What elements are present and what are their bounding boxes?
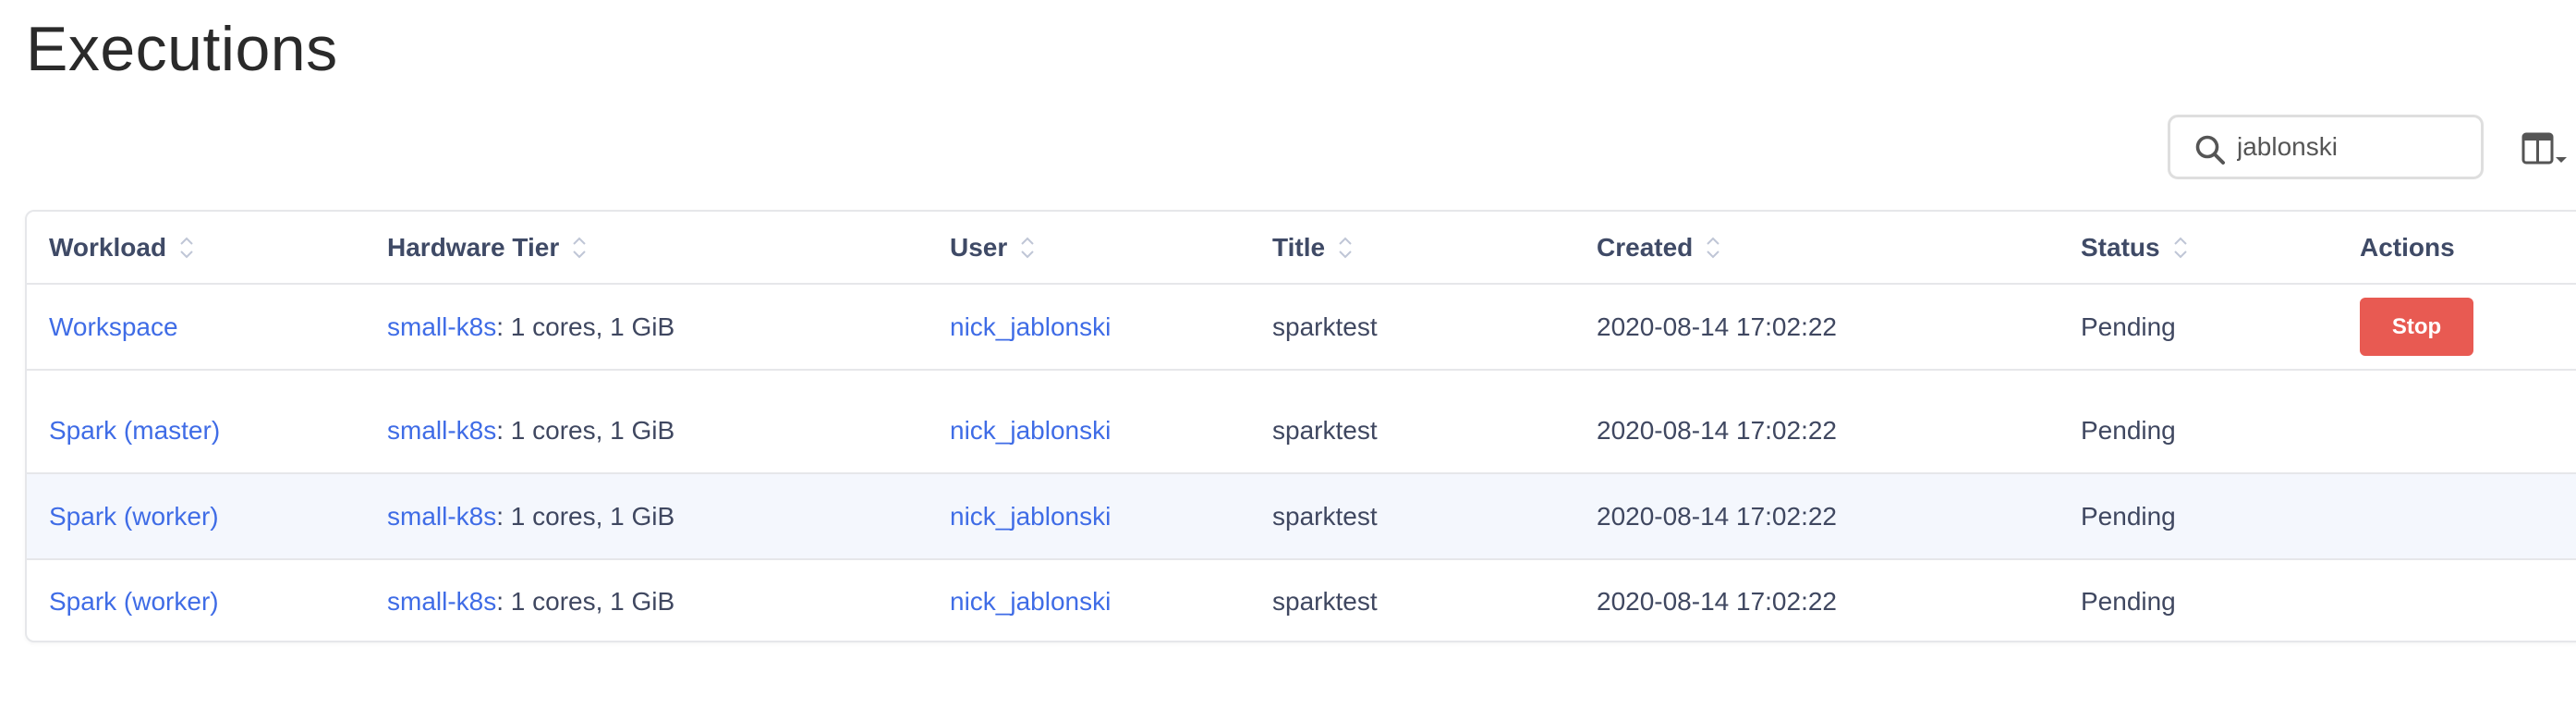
- workload-link[interactable]: Workspace: [49, 312, 178, 342]
- hardware-tier-spec: : 1 cores, 1 GiB: [496, 312, 675, 341]
- column-header-created[interactable]: Created: [1597, 212, 1720, 283]
- columns-icon: [2521, 132, 2567, 165]
- hardware-tier-link[interactable]: small-k8s: [387, 502, 496, 532]
- table-row: Spark (worker) small-k8s: 1 cores, 1 GiB…: [27, 559, 2576, 641]
- user-link[interactable]: nick_jablonski: [950, 312, 1111, 342]
- search-icon: [2195, 135, 2225, 165]
- status-text: Pending: [2081, 415, 2176, 445]
- column-header-user[interactable]: User: [950, 212, 1035, 283]
- sort-icon[interactable]: [2173, 235, 2188, 261]
- execution-title: sparktest: [1272, 415, 1378, 445]
- workload-link[interactable]: Spark (worker): [49, 502, 219, 532]
- sort-icon[interactable]: [1020, 235, 1035, 261]
- created-timestamp: 2020-08-14 17:02:22: [1597, 312, 1837, 341]
- status-text: Pending: [2081, 586, 2176, 616]
- column-header-hardware-tier[interactable]: Hardware Tier: [387, 212, 587, 283]
- workload-link[interactable]: Spark (worker): [49, 587, 219, 617]
- caret-down-icon: [2556, 157, 2567, 163]
- table-row: Workspace small-k8s: 1 cores, 1 GiB nick…: [27, 285, 2576, 371]
- hardware-tier-spec: : 1 cores, 1 GiB: [496, 415, 675, 445]
- user-link[interactable]: nick_jablonski: [950, 502, 1111, 532]
- search-input[interactable]: [2237, 125, 2473, 169]
- execution-title: sparktest: [1272, 586, 1378, 616]
- column-header-label: Title: [1272, 232, 1326, 262]
- workload-link[interactable]: Spark (master): [49, 416, 220, 446]
- hardware-tier-spec: : 1 cores, 1 GiB: [496, 586, 675, 616]
- status-text: Pending: [2081, 501, 2176, 531]
- table-header-row: Workload Hardware Tier User Title Create…: [27, 212, 2576, 285]
- sort-icon[interactable]: [1706, 235, 1720, 261]
- execution-title: sparktest: [1272, 501, 1378, 531]
- table-row: Spark (master) small-k8s: 1 cores, 1 GiB…: [27, 388, 2576, 474]
- column-header-label: Created: [1597, 232, 1694, 262]
- column-header-label: Hardware Tier: [387, 232, 560, 262]
- status-text: Pending: [2081, 312, 2176, 341]
- hardware-tier-link[interactable]: small-k8s: [387, 312, 496, 342]
- column-header-label: User: [950, 232, 1008, 262]
- executions-table: Workload Hardware Tier User Title Create…: [25, 210, 2576, 642]
- execution-title: sparktest: [1272, 312, 1378, 341]
- page-title: Executions: [26, 14, 338, 84]
- created-timestamp: 2020-08-14 17:02:22: [1597, 501, 1837, 531]
- user-link[interactable]: nick_jablonski: [950, 416, 1111, 446]
- column-header-title[interactable]: Title: [1272, 212, 1353, 283]
- column-header-actions: Actions: [2360, 212, 2455, 283]
- user-link[interactable]: nick_jablonski: [950, 587, 1111, 617]
- column-header-workload[interactable]: Workload: [49, 212, 194, 283]
- hardware-tier-link[interactable]: small-k8s: [387, 416, 496, 446]
- hardware-tier-spec: : 1 cores, 1 GiB: [496, 501, 675, 531]
- created-timestamp: 2020-08-14 17:02:22: [1597, 586, 1837, 616]
- sort-icon[interactable]: [572, 235, 587, 261]
- column-header-label: Status: [2081, 232, 2160, 262]
- created-timestamp: 2020-08-14 17:02:22: [1597, 415, 1837, 445]
- column-header-label: Actions: [2360, 232, 2455, 262]
- search-box[interactable]: [2168, 115, 2484, 179]
- stop-button[interactable]: Stop: [2360, 298, 2473, 356]
- column-header-status[interactable]: Status: [2081, 212, 2188, 283]
- hardware-tier-link[interactable]: small-k8s: [387, 587, 496, 617]
- table-row: Spark (worker) small-k8s: 1 cores, 1 GiB…: [27, 474, 2576, 560]
- sort-icon[interactable]: [179, 235, 194, 261]
- sort-icon[interactable]: [1338, 235, 1353, 261]
- column-visibility-button[interactable]: [2521, 131, 2570, 168]
- column-header-label: Workload: [49, 232, 167, 262]
